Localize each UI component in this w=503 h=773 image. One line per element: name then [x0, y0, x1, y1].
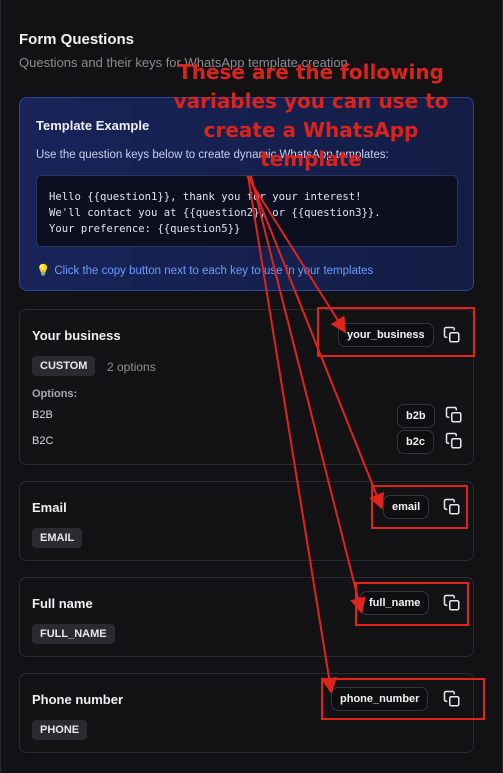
- question-key-chip: email: [383, 495, 430, 519]
- copy-icon: [443, 690, 460, 707]
- code-line: Your preference: {{question5}}: [49, 223, 241, 235]
- page-title: Form Questions: [19, 31, 135, 48]
- question-card-email: Email EMAIL email: [19, 481, 474, 561]
- question-label: Your business: [32, 328, 121, 343]
- code-line: We'll contact you at {{question2}} or {{…: [49, 207, 381, 219]
- question-key-chip: full_name: [360, 591, 430, 615]
- question-label: Full name: [32, 596, 93, 611]
- option-label: B2C: [32, 435, 54, 447]
- question-key-chip: phone_number: [331, 687, 429, 711]
- template-example-title: Template Example: [36, 118, 150, 133]
- options-heading: Options:: [32, 388, 78, 400]
- option-count: 2 options: [107, 360, 156, 374]
- copy-icon: [445, 432, 462, 449]
- copy-icon: [443, 326, 460, 343]
- template-tip: 💡 Click the copy button next to each key …: [36, 263, 373, 277]
- copy-option-key-button[interactable]: [445, 432, 463, 450]
- question-key-chip: your_business: [338, 323, 434, 347]
- template-tip-text: Click the copy button next to each key t…: [54, 265, 374, 277]
- copy-key-button[interactable]: [443, 690, 461, 708]
- copy-icon: [445, 406, 462, 423]
- copy-key-button[interactable]: [443, 498, 461, 516]
- question-type-badge: EMAIL: [32, 528, 83, 548]
- question-card-phone-number: Phone number PHONE phone_number: [19, 673, 474, 753]
- copy-icon: [443, 594, 460, 611]
- template-example-box: Template Example Use the question keys b…: [19, 97, 474, 291]
- question-type-badge: CUSTOM: [32, 356, 96, 376]
- question-label: Email: [32, 500, 67, 515]
- lightbulb-icon: 💡: [36, 265, 51, 277]
- copy-key-button[interactable]: [443, 326, 461, 344]
- copy-key-button[interactable]: [443, 594, 461, 612]
- code-line: Hello {{question1}}, thank you for your …: [49, 191, 362, 203]
- page-subtitle: Questions and their keys for WhatsApp te…: [19, 55, 348, 70]
- form-questions-panel: Form Questions Questions and their keys …: [0, 0, 503, 773]
- copy-option-key-button[interactable]: [445, 406, 463, 424]
- question-label: Phone number: [32, 692, 124, 707]
- question-card-your-business: Your business CUSTOM 2 options your_busi…: [19, 309, 474, 465]
- template-example-description: Use the question keys below to create dy…: [36, 149, 389, 161]
- template-code-block: Hello {{question1}}, thank you for your …: [36, 175, 458, 247]
- option-label: B2B: [32, 409, 53, 421]
- option-key-chip: b2c: [397, 430, 434, 454]
- question-card-full-name: Full name FULL_NAME full_name: [19, 577, 474, 657]
- question-type-badge: PHONE: [32, 720, 88, 740]
- option-key-chip: b2b: [397, 404, 435, 428]
- question-type-badge: FULL_NAME: [32, 624, 115, 644]
- copy-icon: [443, 498, 460, 515]
